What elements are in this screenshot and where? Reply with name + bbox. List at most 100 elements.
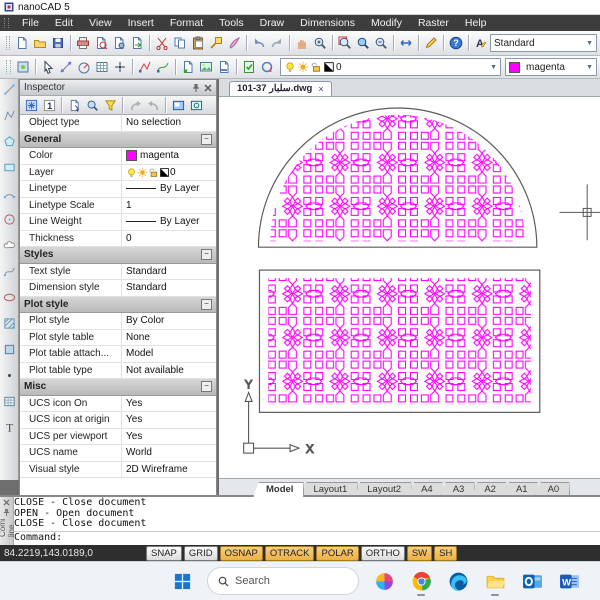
menu-file[interactable]: File: [15, 16, 46, 30]
close-icon[interactable]: [204, 84, 212, 92]
toggle-ortho[interactable]: ORTHO: [361, 546, 405, 561]
new-button[interactable]: [13, 34, 31, 52]
help-button[interactable]: ?: [447, 34, 465, 52]
property-value[interactable]: 0: [122, 233, 216, 244]
property-value[interactable]: By Layer: [122, 183, 216, 194]
collapse-button[interactable]: −: [201, 249, 212, 260]
property-value[interactable]: 0: [122, 167, 216, 178]
property-value[interactable]: Not available: [122, 365, 216, 376]
property-value[interactable]: World: [122, 447, 216, 458]
line-button[interactable]: [1, 82, 17, 97]
toggle-sh[interactable]: SH: [434, 546, 457, 561]
cut-button[interactable]: [153, 34, 171, 52]
toggle-snap[interactable]: SNAP: [146, 546, 182, 561]
preview-a-button[interactable]: [169, 96, 187, 114]
page-setup-button[interactable]: [110, 34, 128, 52]
edit-button[interactable]: [422, 34, 440, 52]
polyline-button[interactable]: [1, 108, 17, 123]
property-value[interactable]: Yes: [122, 414, 216, 425]
menu-edit[interactable]: Edit: [48, 16, 80, 30]
taskbar-icon-copilot[interactable]: [372, 566, 396, 596]
spline-edit-button[interactable]: [154, 58, 172, 76]
select-mode-button[interactable]: [22, 96, 40, 114]
point-button[interactable]: [1, 368, 17, 383]
toggle-grid[interactable]: GRID: [184, 546, 218, 561]
preview-button[interactable]: [92, 34, 110, 52]
zoom-out-button[interactable]: [372, 34, 390, 52]
menu-help[interactable]: Help: [458, 16, 494, 30]
menu-insert[interactable]: Insert: [121, 16, 161, 30]
entity-snap-button[interactable]: [14, 58, 32, 76]
paste-button[interactable]: [189, 34, 207, 52]
taskbar-icon-edge[interactable]: [446, 566, 470, 596]
menu-raster[interactable]: Raster: [411, 16, 456, 30]
preview-b-button[interactable]: [187, 96, 205, 114]
layout-tab-model[interactable]: Model: [253, 482, 304, 497]
color-combo[interactable]: magenta ▼: [505, 58, 597, 76]
zoom-window-button[interactable]: [336, 34, 354, 52]
toggle-osnap[interactable]: OSNAP: [220, 546, 263, 561]
export-button[interactable]: [128, 34, 146, 52]
rectangle-button[interactable]: [1, 160, 17, 175]
xref-button[interactable]: [179, 58, 197, 76]
menu-tools[interactable]: Tools: [212, 16, 251, 30]
quick-select-button[interactable]: [65, 96, 83, 114]
zoom-dynamic-button[interactable]: [354, 34, 372, 52]
taskbar-search[interactable]: Search: [207, 567, 359, 595]
arc-button[interactable]: [1, 186, 17, 201]
toolbar-grip[interactable]: [6, 60, 11, 74]
close-icon[interactable]: ×: [318, 84, 323, 94]
zoom-extents-button[interactable]: [397, 34, 415, 52]
property-value[interactable]: Yes: [122, 431, 216, 442]
region-button[interactable]: [1, 342, 17, 357]
property-value[interactable]: By Color: [122, 315, 216, 326]
taskbar-icon-word[interactable]: W: [557, 566, 581, 596]
arch-shape[interactable]: [258, 108, 536, 247]
property-value[interactable]: None: [122, 332, 216, 343]
close-icon[interactable]: [3, 499, 10, 506]
collapse-button[interactable]: −: [201, 134, 212, 145]
redo-button[interactable]: [268, 34, 286, 52]
open-button[interactable]: [31, 34, 49, 52]
menu-dimensions[interactable]: Dimensions: [293, 16, 362, 30]
property-value[interactable]: Standard: [122, 266, 216, 277]
taskbar-icon-file-explorer[interactable]: [483, 566, 507, 596]
cloud-button[interactable]: [1, 238, 17, 253]
inspector-section-general[interactable]: General−: [20, 132, 216, 149]
menu-format[interactable]: Format: [163, 16, 210, 30]
point-style-button[interactable]: [111, 58, 129, 76]
property-value[interactable]: Yes: [122, 398, 216, 409]
inspector-section-misc[interactable]: Misc−: [20, 379, 216, 396]
copy-button[interactable]: [171, 34, 189, 52]
table-tool-button[interactable]: [1, 394, 17, 409]
toggle-otrack[interactable]: OTRACK: [265, 546, 315, 561]
property-value[interactable]: 1: [122, 200, 216, 211]
taskbar-icon-chrome[interactable]: [409, 566, 433, 596]
toggle-sw[interactable]: SW: [407, 546, 432, 561]
menu-draw[interactable]: Draw: [253, 16, 292, 30]
pin-icon[interactable]: [192, 84, 200, 92]
brush-button[interactable]: [225, 34, 243, 52]
toolbar-grip[interactable]: [6, 36, 10, 50]
menu-modify[interactable]: Modify: [364, 16, 409, 30]
save-button[interactable]: [49, 34, 67, 52]
pline-edit-button[interactable]: [136, 58, 154, 76]
property-value[interactable]: Model: [122, 348, 216, 359]
arrow-redo-button[interactable]: [144, 96, 162, 114]
drawing-canvas[interactable]: Y X: [219, 97, 600, 478]
spline-button[interactable]: [1, 264, 17, 279]
polygon-button[interactable]: [1, 134, 17, 149]
command-prompt[interactable]: Command:: [14, 531, 600, 544]
arrow-undo-button[interactable]: [126, 96, 144, 114]
start-button[interactable]: [170, 566, 194, 596]
pin-icon[interactable]: [3, 509, 10, 516]
count-one-button[interactable]: 1: [40, 96, 58, 114]
select-button[interactable]: [39, 58, 57, 76]
property-value[interactable]: magenta: [122, 150, 216, 161]
undo-button[interactable]: [250, 34, 268, 52]
collapse-button[interactable]: −: [201, 299, 212, 310]
property-value[interactable]: Standard: [122, 282, 216, 293]
pan-button[interactable]: [293, 34, 311, 52]
format-painter-button[interactable]: [207, 34, 225, 52]
text-style-button[interactable]: A: [472, 34, 490, 52]
